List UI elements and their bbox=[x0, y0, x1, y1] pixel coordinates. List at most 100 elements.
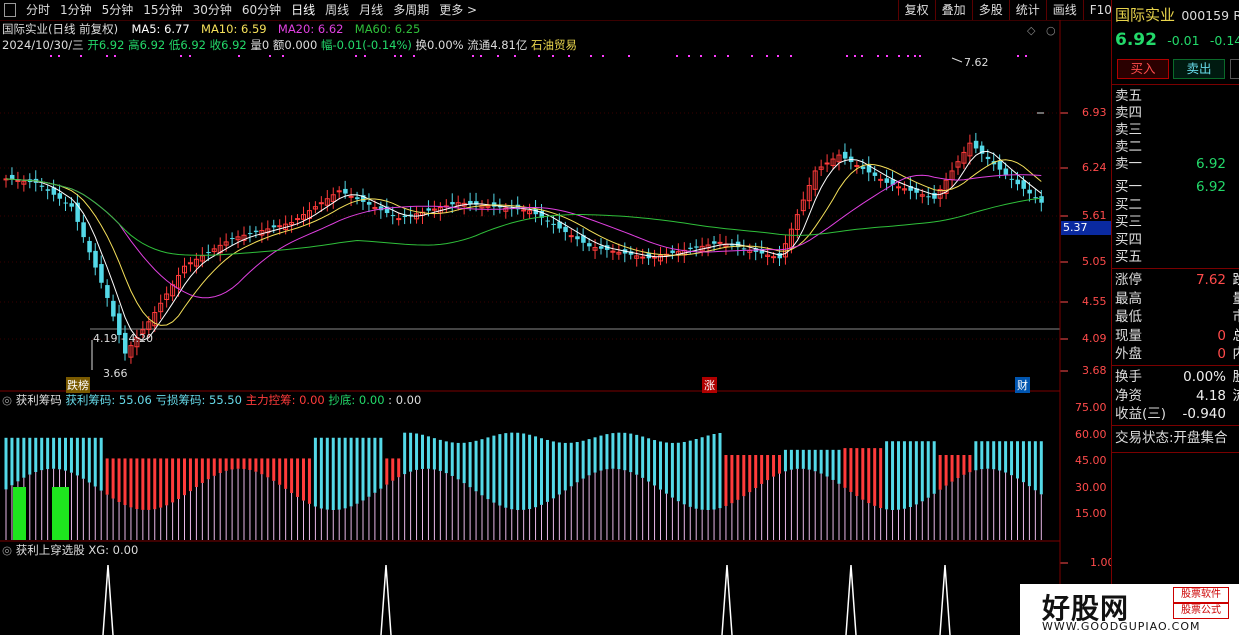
price-axis-label: 4.55 bbox=[1082, 295, 1107, 308]
candle-body bbox=[997, 160, 1003, 170]
event-badge-cai[interactable]: 财 bbox=[1015, 377, 1030, 393]
indicator1-header: ◎ 获利筹码 获利筹码: 55.06 亏损筹码: 55.50 主力控筹: 0.0… bbox=[2, 393, 421, 407]
stock-code-suffix: R bbox=[1233, 8, 1239, 23]
bid-row[interactable]: 买二 bbox=[1115, 196, 1239, 214]
indicator2-collapse-icon[interactable]: ◎ bbox=[2, 543, 12, 557]
bid-row[interactable]: 买四 bbox=[1115, 231, 1239, 249]
signal-dot bbox=[568, 55, 570, 57]
candle-body bbox=[187, 262, 193, 265]
bottom-signal-bar bbox=[13, 487, 26, 540]
candle-body bbox=[568, 235, 574, 238]
signal-dot bbox=[886, 55, 888, 57]
signal-dot bbox=[58, 55, 60, 57]
signal-dot bbox=[552, 55, 554, 57]
event-badge-dieban[interactable]: 跌榜 bbox=[66, 377, 90, 393]
candle-body bbox=[45, 189, 51, 191]
candle-body bbox=[884, 178, 890, 183]
candle-body bbox=[81, 222, 86, 238]
signal-dot bbox=[364, 55, 366, 57]
signal-dot bbox=[727, 55, 729, 57]
watermark-url: WWW.GOODGUPIAO.COM bbox=[1042, 620, 1201, 633]
candle-body bbox=[390, 215, 396, 217]
signal-dot bbox=[777, 55, 779, 57]
candle-body bbox=[1021, 180, 1026, 189]
indicator1-collapse-icon[interactable]: ◎ bbox=[2, 393, 12, 407]
candle-body bbox=[111, 300, 116, 317]
price-axis-label: 4.09 bbox=[1082, 332, 1107, 345]
event-badge-zhang[interactable]: 涨 bbox=[702, 377, 717, 393]
candle-body bbox=[985, 156, 991, 160]
stock-code: 000159 bbox=[1181, 8, 1230, 23]
price-axis-label: 6.24 bbox=[1082, 161, 1107, 174]
signal-dot bbox=[538, 55, 540, 57]
candle-body bbox=[253, 230, 259, 233]
candle-body bbox=[93, 250, 98, 268]
candle-body bbox=[295, 218, 301, 221]
candle-body bbox=[57, 193, 63, 199]
range-annotation: 4.19 - 4.20 bbox=[93, 332, 153, 345]
candle-body bbox=[87, 240, 92, 253]
candle-body bbox=[230, 238, 235, 240]
candle-body bbox=[336, 190, 342, 193]
candle-body bbox=[343, 188, 348, 194]
loss-label: 亏损筹码: 55.50 bbox=[155, 393, 242, 407]
indicator1-axis-label: 75.00 bbox=[1075, 401, 1107, 414]
ask-row[interactable]: 卖一 6.92 bbox=[1115, 155, 1239, 173]
buy-button[interactable]: 买入 bbox=[1117, 59, 1169, 79]
bid-row[interactable]: 买五 bbox=[1115, 248, 1239, 266]
bottom-fish-label: 抄底: 0.00 bbox=[328, 393, 385, 407]
candle-body bbox=[575, 236, 580, 240]
candle-body bbox=[1009, 178, 1015, 180]
price-marker: 5.37 bbox=[1061, 221, 1113, 235]
ask-row[interactable]: 卖五 bbox=[1115, 87, 1239, 105]
signal-dot bbox=[189, 55, 191, 57]
indicator1-name: 获利筹码 bbox=[15, 393, 62, 407]
signal-dot bbox=[269, 55, 271, 57]
signal-dot bbox=[413, 55, 415, 57]
candle-body bbox=[563, 226, 568, 233]
low-annotation: 3.66 bbox=[103, 367, 128, 380]
candle-body bbox=[777, 253, 782, 259]
stat-row: 换手0.00%股 bbox=[1115, 369, 1239, 385]
ma20-line bbox=[5, 174, 1042, 299]
bid-row[interactable]: 买一 6.92 bbox=[1115, 178, 1239, 196]
sell-button[interactable]: 卖出 bbox=[1173, 59, 1225, 79]
signal-dot bbox=[766, 55, 768, 57]
signal-dot bbox=[80, 55, 82, 57]
kline-chart[interactable] bbox=[0, 0, 1111, 635]
bid-row[interactable]: 买三 bbox=[1115, 213, 1239, 231]
candle-body bbox=[396, 218, 402, 221]
price-axis-label: 5.05 bbox=[1082, 255, 1107, 268]
signal-dot bbox=[394, 55, 396, 57]
candle-body bbox=[587, 243, 592, 247]
ask-row[interactable]: 卖四 bbox=[1115, 104, 1239, 122]
candle-body bbox=[926, 196, 931, 198]
signal-dot bbox=[854, 55, 856, 57]
signal-dot bbox=[751, 55, 753, 57]
stat-row: 最高量 bbox=[1115, 290, 1239, 307]
signal-dot bbox=[688, 55, 690, 57]
ask-row[interactable]: 卖三 bbox=[1115, 121, 1239, 139]
stock-id-row: 国际实业 000159 R bbox=[1115, 6, 1239, 26]
watermark-tag1: 股票软件 bbox=[1173, 587, 1229, 603]
indicator1-axis-label: 15.00 bbox=[1075, 507, 1107, 520]
signal-dot bbox=[861, 55, 863, 57]
trade-status: 交易状态:开盘集合 bbox=[1115, 430, 1228, 446]
candle-body bbox=[741, 248, 747, 250]
candle-body bbox=[878, 178, 884, 181]
high-annotation: 7.62 bbox=[964, 56, 989, 69]
signal-dot bbox=[282, 55, 284, 57]
watermark-logo: 好股网 股票软件 股票公式 WWW.GOODGUPIAO.COM bbox=[1020, 584, 1239, 635]
panel-extra-button[interactable] bbox=[1230, 59, 1239, 79]
signal-dot bbox=[790, 55, 792, 57]
candle-body bbox=[932, 192, 937, 199]
candle-body bbox=[1003, 168, 1009, 175]
candle-body bbox=[545, 220, 550, 222]
stock-name: 国际实业 bbox=[1115, 6, 1176, 24]
candle-body bbox=[670, 250, 675, 253]
ask-row[interactable]: 卖二 bbox=[1115, 138, 1239, 156]
candle-body bbox=[521, 209, 527, 212]
signal-dot bbox=[676, 55, 678, 57]
xg-spike bbox=[380, 564, 392, 635]
xg-spike bbox=[102, 564, 114, 635]
